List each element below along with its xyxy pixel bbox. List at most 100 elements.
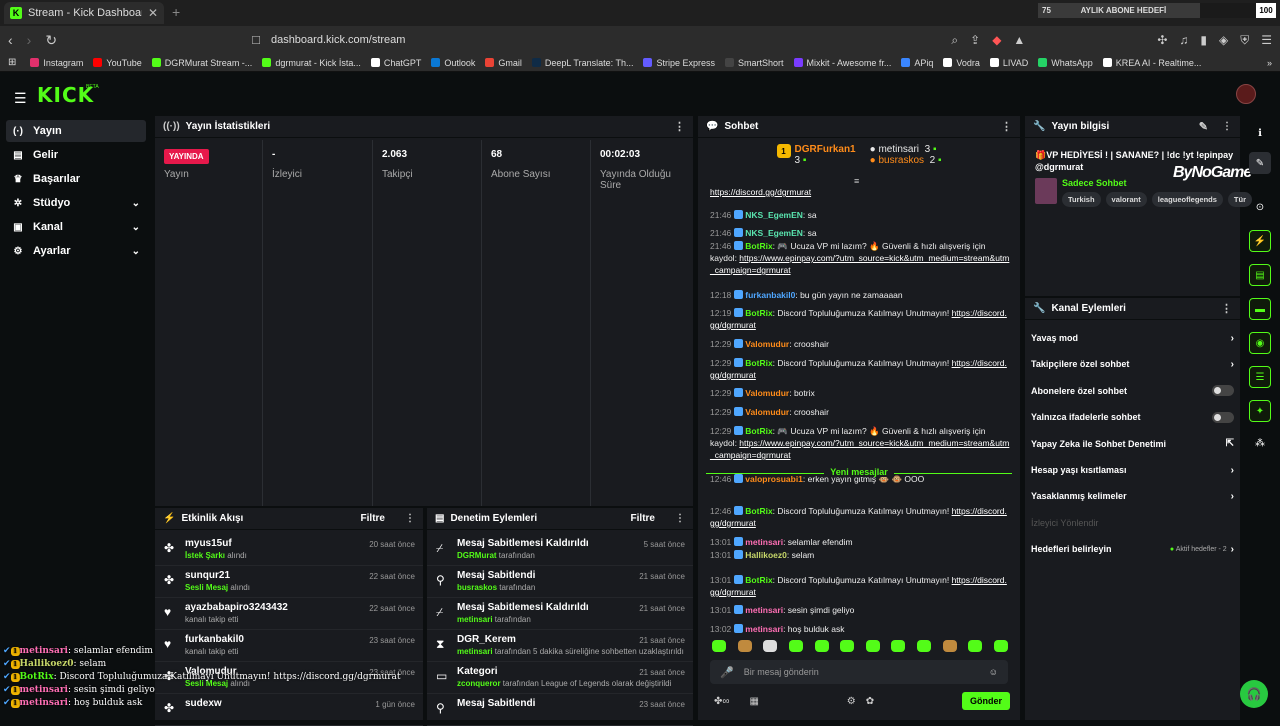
bookmark-dgrmurat-kick-i-sta[interactable]: dgrmurat - Kick İsta...	[262, 58, 361, 68]
action-hesap-ya-k-s-tlamas[interactable]: Hesap yaşı kısıtlaması ›	[1025, 458, 1240, 482]
stats-menu-icon[interactable]: ⋮	[674, 120, 685, 133]
emote-icon[interactable]	[763, 640, 778, 652]
microphone-icon[interactable]: 🎤	[720, 666, 734, 679]
gift-subs-icon[interactable]: ✤∞	[714, 696, 730, 707]
list-rail-icon[interactable]: ☰	[1249, 366, 1271, 388]
action-yasaklanm-kelimeler[interactable]: Yasaklanmış kelimeler ›	[1025, 484, 1240, 508]
bookmark-dgrmurat-stream[interactable]: DGRMurat Stream -...	[151, 58, 252, 68]
list-item[interactable]: ✤ myus15uf İstek Şarkı alındı 20 saat önce	[155, 534, 423, 566]
activity-filter-button[interactable]: Filtre	[361, 513, 385, 524]
chevron-down-icon[interactable]: ⌄	[132, 246, 140, 257]
activity-menu-icon[interactable]: ⋮	[405, 513, 415, 524]
message-username[interactable]: Valomudur	[745, 388, 789, 398]
action-yava-mod[interactable]: Yavaş mod ›	[1025, 326, 1240, 350]
sidebar-toggle-icon[interactable]: ▮	[1200, 33, 1207, 48]
message-username[interactable]: BotRix	[745, 575, 772, 585]
list-item[interactable]: ✤ sunqur21 Sesli Mesaj alındı 22 saat önce	[155, 566, 423, 598]
list-item[interactable]: ⧗ DGR_Kerem metinsari tarafından 5 dakika …	[427, 630, 693, 662]
bookmark-smartshort[interactable]: SmartShort	[725, 58, 784, 68]
emote-icon[interactable]	[968, 640, 983, 652]
action-abonelere-zel-sohbet[interactable]: Abonelere özel sohbet	[1025, 379, 1240, 403]
bookmark-gmail[interactable]: Gmail	[485, 58, 522, 68]
avatar[interactable]	[1236, 84, 1256, 104]
browser-tab[interactable]: K Stream - Kick Dashboard ✕	[4, 2, 164, 24]
message-username[interactable]: BotRix	[745, 358, 772, 368]
back-icon[interactable]: ‹	[8, 32, 13, 48]
support-icon[interactable]: 🎧	[1240, 680, 1268, 708]
emote-icon[interactable]	[917, 640, 931, 652]
chevron-down-icon[interactable]: ⌄	[132, 222, 140, 233]
vpn-icon[interactable]: ⛨	[1240, 33, 1249, 48]
emote-icon[interactable]	[788, 640, 803, 652]
more-bookmarks-icon[interactable]: »	[1267, 58, 1272, 68]
bookmark-livad[interactable]: LIVAD	[989, 58, 1028, 68]
list-item[interactable]: ⚲ Mesaj Sabitlendi busraskos tarafından 21 …	[427, 566, 693, 598]
bookmark-apiq[interactable]: APiq	[901, 58, 933, 68]
chat-rail-icon[interactable]: ▬	[1249, 298, 1271, 320]
message-username[interactable]: metinsari	[745, 624, 783, 634]
media-icon[interactable]: ♫	[1179, 33, 1188, 48]
sidebar-item-gelir[interactable]: ▤ Gelir	[6, 144, 146, 166]
sidebar-item-ayarlar[interactable]: ⚙ Ayarlar ⌄	[6, 240, 146, 262]
bookmark-stripe-express[interactable]: Stripe Express	[643, 58, 715, 68]
emote-icon[interactable]	[993, 640, 1008, 652]
message-username[interactable]: BotRix	[745, 506, 772, 516]
bookmark-chatgpt[interactable]: ChatGPT	[370, 58, 421, 68]
sidebar-item-st-dyo[interactable]: ✲ Stüdyo ⌄	[6, 192, 146, 214]
sidebar-item-kanal[interactable]: ▣ Kanal ⌄	[6, 216, 146, 238]
tag-leagueoflegends[interactable]: leagueoflegends	[1151, 192, 1223, 207]
gifter-name[interactable]: busraskos	[878, 155, 924, 166]
emoji-icon[interactable]: ☺	[989, 667, 998, 677]
chat-settings-icon[interactable]: ⚙	[847, 696, 856, 707]
message-username[interactable]: Valomudur	[745, 339, 789, 349]
toggle-switch[interactable]	[1212, 385, 1234, 397]
message-link[interactable]: https://www.epinpay.com/?utm_source=kick…	[710, 253, 1009, 275]
list-item[interactable]: ⌿ Mesaj Sabitlemesi Kaldırıldı metinsari t…	[427, 598, 693, 630]
reload-icon[interactable]: ↻	[45, 32, 57, 49]
emote-icon[interactable]	[737, 640, 752, 652]
gifter-name[interactable]: metinsari	[878, 144, 919, 155]
action-yapay-zeka-ile-sohbet-denetimi[interactable]: Yapay Zeka ile Sohbet Denetimi ⇱	[1025, 432, 1240, 456]
sidebar-item-ba-ar-lar[interactable]: ♛ Başarılar	[6, 168, 146, 190]
bookmark-krea-ai-realtime[interactable]: KREA AI - Realtime...	[1102, 58, 1201, 68]
new-tab-button[interactable]: +	[172, 4, 180, 20]
message-username[interactable]: Hallikoez0	[745, 550, 787, 560]
tag-valorant[interactable]: valorant	[1105, 192, 1147, 207]
wrench-rail-icon[interactable]: ✦	[1249, 400, 1271, 422]
bookmark-deepl-translate-th[interactable]: DeepL Translate: Th...	[531, 58, 633, 68]
bookmark-youtube[interactable]: YouTube	[93, 58, 142, 68]
share-icon[interactable]: ⇪	[970, 33, 980, 48]
emote-icon[interactable]	[865, 640, 880, 652]
category-name[interactable]: Sadece Sohbet	[1062, 178, 1127, 188]
message-username[interactable]: valoprosuabi1	[745, 474, 803, 484]
doc-rail-icon[interactable]: ▤	[1249, 264, 1271, 286]
tag-turkish[interactable]: Turkish	[1062, 192, 1101, 207]
url-field[interactable]: ☐ dashboard.kick.com/stream	[251, 29, 937, 51]
extensions-icon[interactable]: ✣	[1157, 33, 1167, 48]
message-username[interactable]: metinsari	[745, 537, 783, 547]
moderation-menu-icon[interactable]: ⋮	[675, 513, 685, 524]
bookmark-vodra[interactable]: Vodra	[943, 58, 980, 68]
emote-icon[interactable]	[840, 640, 855, 652]
edit-icon[interactable]: ✎	[1199, 120, 1208, 133]
focus-icon[interactable]: ⊙	[1249, 196, 1271, 218]
edit-rail-icon[interactable]: ✎	[1249, 152, 1271, 174]
action-yaln-zca-ifadelerle-sohbet[interactable]: Yalnızca ifadelerle sohbet	[1025, 405, 1240, 429]
message-username[interactable]: Valomudur	[745, 407, 789, 417]
list-item[interactable]: ♥ ayazbabapiro3243432 kanalı takip etti 22 …	[155, 598, 423, 630]
expand-pinned-icon[interactable]: ≡	[854, 176, 859, 186]
list-item[interactable]: ⌿ Mesaj Sabitlemesi Kaldırıldı DGRMurat ta…	[427, 534, 693, 566]
actions-menu-icon[interactable]: ⋮	[1221, 302, 1232, 315]
message-username[interactable]: NKS_EgemEN	[745, 210, 803, 220]
store-icon[interactable]: ▦	[750, 696, 759, 707]
menu-icon[interactable]: ☰	[1261, 33, 1272, 48]
chevron-down-icon[interactable]: ⌄	[132, 198, 140, 209]
message-link[interactable]: https://discord.gg/dgrmurat	[710, 187, 811, 197]
chat-input[interactable]: 🎤 Bir mesaj gönderin ☺	[710, 660, 1008, 684]
bookmark-whatsapp[interactable]: WhatsApp	[1038, 58, 1093, 68]
apps-icon[interactable]: ⊞	[8, 57, 16, 68]
bookmark-instagram[interactable]: Instagram	[30, 58, 83, 68]
zoom-icon[interactable]: ⌕	[951, 33, 958, 48]
bookmark-outlook[interactable]: Outlook	[431, 58, 475, 68]
gifter-1[interactable]: 1 DGRFurkan1 3 ▪	[776, 144, 856, 176]
